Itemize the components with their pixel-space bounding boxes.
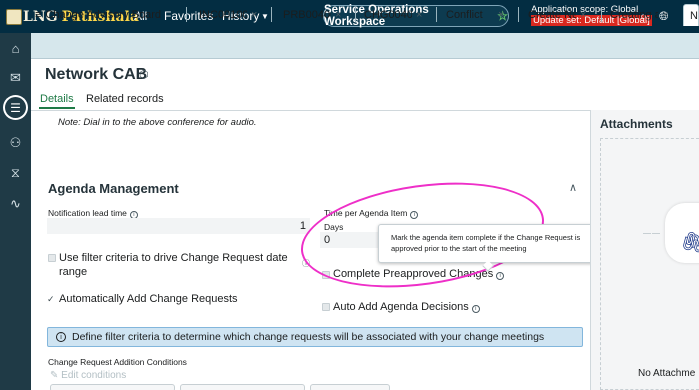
- tab-prb[interactable]: PRB00400 ×: [283, 4, 349, 26]
- use-filter-label: Use filter criteria to drive Change Requ…: [59, 252, 288, 278]
- section-title: Agenda Management: [48, 181, 179, 196]
- info-icon[interactable]: i: [471, 305, 480, 313]
- tab-details[interactable]: Details: [40, 93, 74, 105]
- tab-related-records[interactable]: Related records: [86, 93, 164, 105]
- tab-creating[interactable]: Creating a ×: [610, 4, 676, 26]
- auto-add-checkbox[interactable]: ✓: [47, 294, 55, 305]
- conference-note: Note: Dial in to the above conference fo…: [58, 117, 257, 128]
- people-icon[interactable]: ⚇: [6, 133, 25, 152]
- paperclip-icon: 🖇︎: [680, 232, 699, 254]
- inbox-icon[interactable]: ✉: [6, 68, 25, 87]
- list-icon-active[interactable]: ☰: [3, 95, 28, 120]
- info-icon[interactable]: i: [496, 272, 505, 280]
- tab-chg[interactable]: CHG0040 ×: [364, 4, 430, 26]
- tab-conflict[interactable]: Conflict ×: [446, 4, 512, 26]
- info-icon: i: [56, 332, 66, 342]
- menu-icon[interactable]: ≡: [35, 9, 41, 21]
- activity-icon[interactable]: ∿: [6, 194, 25, 213]
- notification-lead-time-field[interactable]: 1: [47, 218, 310, 234]
- close-icon[interactable]: ×: [416, 9, 422, 21]
- schedule-icon[interactable]: ⧖: [6, 163, 25, 182]
- logo-icon: [6, 9, 22, 25]
- auto-add-label: Automatically Add Change Requests: [59, 293, 238, 305]
- attachments-title: Attachments: [600, 117, 673, 131]
- info-banner: i Define filter criteria to determine wh…: [47, 327, 583, 347]
- close-icon[interactable]: ×: [498, 9, 504, 21]
- close-icon[interactable]: ×: [251, 9, 257, 21]
- use-filter-checkbox[interactable]: [48, 254, 56, 262]
- record-title: Network CAB: [45, 66, 148, 83]
- active-tab-indicator: [39, 107, 75, 109]
- tab-inc[interactable]: INC00100 ×: [199, 4, 265, 26]
- condition-pill[interactable]: [50, 384, 175, 390]
- attachments-dropzone[interactable]: [600, 138, 699, 390]
- tab-network-cab[interactable]: N: [683, 4, 699, 26]
- auto-add-decisions-checkbox[interactable]: [322, 303, 330, 311]
- tag-icon[interactable]: ⬡: [139, 68, 149, 81]
- tab-bar: [31, 33, 699, 59]
- no-attachments-text: No Attachme: [638, 368, 696, 379]
- conditions-label: Change Request Addition Conditions: [48, 357, 187, 367]
- home-icon[interactable]: ⌂: [6, 39, 25, 58]
- close-icon[interactable]: ×: [580, 9, 586, 21]
- close-icon[interactable]: ×: [662, 9, 668, 21]
- auto-add-decisions-label: Auto Add Agenda Decisions i: [333, 301, 480, 313]
- tab-create-new[interactable]: Create Ne ×: [528, 4, 594, 26]
- tab-change-advisory-board[interactable]: ≡ Change Advisory Board: [35, 4, 185, 26]
- close-icon[interactable]: ×: [335, 9, 341, 21]
- collapse-chevron-icon[interactable]: ∧: [569, 181, 577, 194]
- edit-conditions-button[interactable]: ✎ Edit conditions: [50, 370, 126, 381]
- condition-pill[interactable]: [180, 384, 305, 390]
- tooltip: Mark the agenda item complete if the Cha…: [378, 224, 597, 263]
- condition-pill[interactable]: [310, 384, 390, 390]
- pencil-icon: ✎: [50, 370, 59, 381]
